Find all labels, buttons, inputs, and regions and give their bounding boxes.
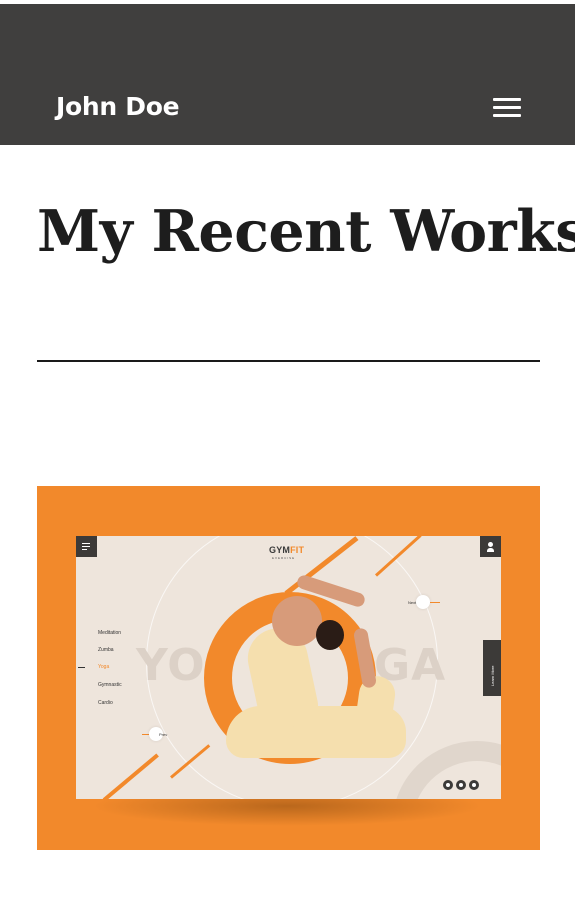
ghost-text-left: YO bbox=[136, 640, 206, 691]
mock-nav-item-active: Yoga bbox=[98, 664, 110, 670]
yoga-figure-hair bbox=[316, 620, 344, 650]
mock-logo-sub: EXERCISE bbox=[272, 556, 296, 560]
facebook-icon bbox=[443, 780, 453, 790]
portfolio-thumbnail: YO GA GYMFIT EXERCISE Meditation Zumba Y… bbox=[76, 536, 501, 799]
mock-logo-gym: GYM bbox=[269, 545, 291, 555]
mock-prev-label: Prev bbox=[159, 732, 168, 737]
mock-user-icon bbox=[480, 536, 501, 557]
twitter-icon bbox=[456, 780, 466, 790]
hamburger-menu-icon[interactable] bbox=[493, 98, 523, 120]
mock-next-line bbox=[430, 602, 440, 603]
mock-next-dot bbox=[416, 595, 430, 609]
mock-nav-item: Zumba bbox=[98, 647, 114, 653]
portfolio-item-gymfit[interactable]: YO GA GYMFIT EXERCISE Meditation Zumba Y… bbox=[37, 486, 540, 850]
mock-next-button: Next bbox=[408, 595, 448, 609]
decorative-slash bbox=[102, 753, 159, 799]
mock-learn-more: Learn More bbox=[483, 640, 501, 696]
mock-logo-fit: FIT bbox=[290, 545, 305, 555]
mock-next-label: Next bbox=[408, 600, 417, 605]
instagram-icon bbox=[469, 780, 479, 790]
title-divider bbox=[37, 360, 540, 362]
yoga-figure-shoulder bbox=[272, 596, 322, 646]
mock-nav-arrow bbox=[78, 667, 85, 668]
brand-name[interactable]: John Doe bbox=[56, 92, 180, 121]
mock-nav-item: Meditation bbox=[98, 630, 122, 636]
mock-nav-item: Gymnastic bbox=[98, 682, 122, 688]
mock-nav-item: Cardio bbox=[98, 700, 113, 706]
site-header: John Doe bbox=[0, 4, 575, 145]
mock-prev-button: Prev bbox=[142, 727, 182, 741]
page-title: My Recent Works bbox=[37, 198, 575, 265]
mock-menu-icon bbox=[76, 536, 97, 557]
mock-logo: GYMFIT bbox=[269, 545, 304, 555]
mock-learn-more-label: Learn More bbox=[490, 665, 495, 686]
